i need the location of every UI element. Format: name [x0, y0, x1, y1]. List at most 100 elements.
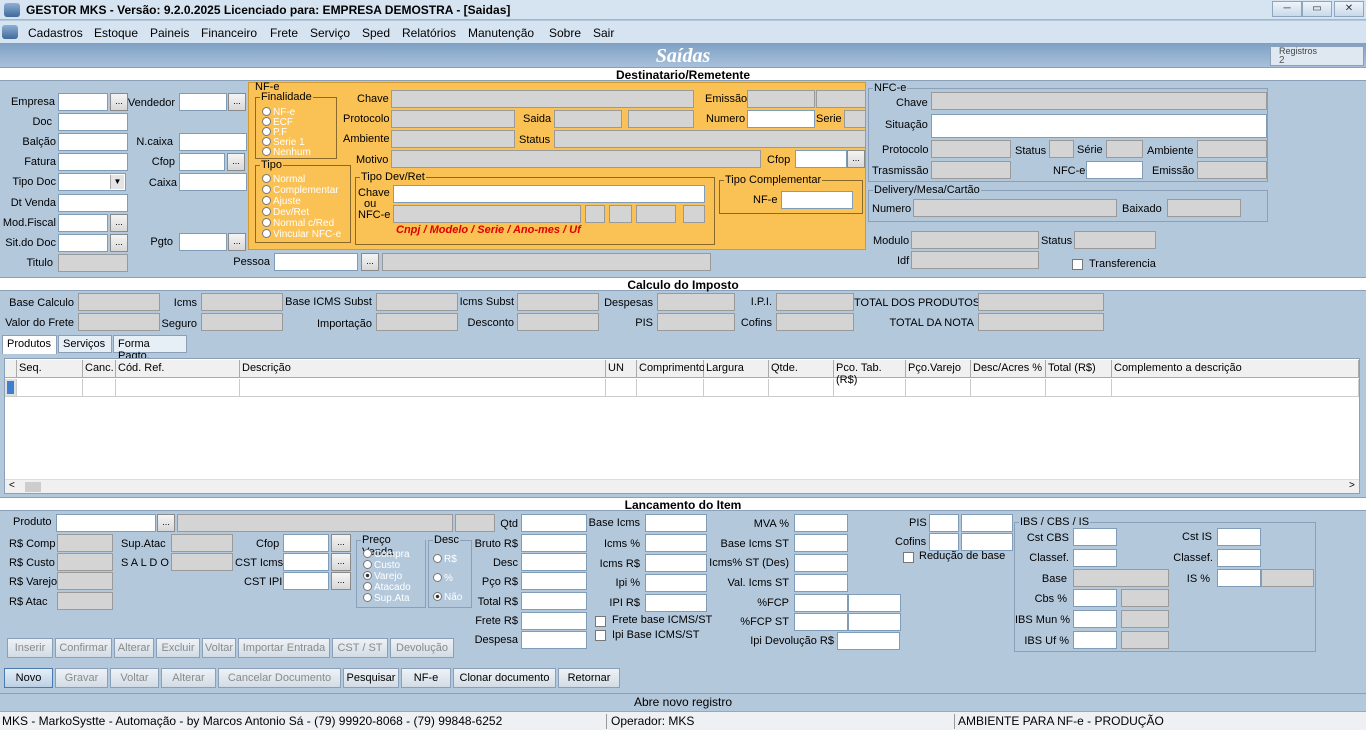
- minimize-button[interactable]: ─: [1272, 1, 1302, 17]
- excluir-button[interactable]: Excluir: [156, 638, 200, 658]
- produtos-grid[interactable]: Seq. Canc. Cód. Ref. Descrição UN Compri…: [4, 358, 1360, 494]
- nfe-cfop-lookup-button[interactable]: ...: [847, 150, 865, 168]
- table-row[interactable]: [17, 379, 83, 397]
- fatura-input[interactable]: [58, 153, 128, 171]
- item-pis-cst-input[interactable]: [929, 514, 959, 532]
- table-cell[interactable]: [971, 379, 1046, 397]
- scroll-thumb[interactable]: [25, 482, 41, 492]
- tipo-devret-radio[interactable]: Dev/Ret: [262, 207, 309, 218]
- fcp-st-input[interactable]: [794, 613, 848, 631]
- table-cell[interactable]: [769, 379, 834, 397]
- table-cell[interactable]: [116, 379, 240, 397]
- col-descricao[interactable]: Descrição: [240, 360, 606, 378]
- table-cell[interactable]: [240, 379, 606, 397]
- tipo-normal-radio[interactable]: Normal: [262, 174, 305, 185]
- col-pco-tab[interactable]: Pco. Tab. (R$): [834, 360, 906, 386]
- cst-st-button[interactable]: CST / ST: [332, 638, 388, 658]
- is-pct-input[interactable]: [1217, 569, 1261, 587]
- menu-sped[interactable]: Sped: [362, 26, 390, 40]
- cst-cbs-input[interactable]: [1073, 528, 1117, 546]
- col-seq[interactable]: Seq.: [17, 360, 83, 378]
- item-cfop-lookup-button[interactable]: ...: [331, 534, 351, 552]
- pessoa-input[interactable]: [274, 253, 358, 271]
- transferencia-checkbox[interactable]: [1072, 259, 1083, 270]
- tipo-ajuste-radio[interactable]: Ajuste: [262, 196, 301, 207]
- novo-button[interactable]: Novo: [4, 668, 53, 688]
- empresa-input[interactable]: [58, 93, 108, 111]
- qtd-input[interactable]: [521, 514, 587, 532]
- pgto-input[interactable]: [179, 233, 227, 251]
- balcao-input[interactable]: [58, 133, 128, 151]
- nfe-numero-input[interactable]: [747, 110, 815, 128]
- col-un[interactable]: UN: [606, 360, 637, 378]
- gravar-button[interactable]: Gravar: [55, 668, 108, 688]
- col-complemento[interactable]: Complemento a descrição: [1112, 360, 1359, 378]
- importar-entrada-button[interactable]: Importar Entrada: [238, 638, 330, 658]
- table-cell[interactable]: [83, 379, 116, 397]
- pv-atacado-radio[interactable]: Atacado: [363, 582, 411, 593]
- fcp-st-value-input[interactable]: [848, 613, 901, 631]
- cancelar-documento-button[interactable]: Cancelar Documento: [218, 668, 341, 688]
- reducao-base-checkbox[interactable]: [903, 552, 914, 563]
- menu-manutencao[interactable]: Manutenção: [468, 26, 534, 40]
- cst-icms-lookup-button[interactable]: ...: [331, 553, 351, 571]
- classef-cbs-input[interactable]: [1073, 549, 1117, 567]
- scroll-right-icon[interactable]: >: [1349, 480, 1355, 491]
- menu-financeiro[interactable]: Financeiro: [201, 26, 257, 40]
- app-menu-icon[interactable]: [2, 25, 18, 39]
- menu-paineis[interactable]: Paineis: [150, 26, 189, 40]
- mod-fiscal-lookup-button[interactable]: ...: [110, 214, 128, 232]
- val-icms-st-input[interactable]: [794, 574, 848, 592]
- pesquisar-button[interactable]: Pesquisar: [343, 668, 399, 688]
- desc-pct-radio[interactable]: %: [433, 573, 453, 584]
- col-comprimento[interactable]: Comprimento: [637, 360, 705, 378]
- menu-frete[interactable]: Frete: [270, 26, 298, 40]
- fcp-input[interactable]: [794, 594, 848, 612]
- menu-estoque[interactable]: Estoque: [94, 26, 138, 40]
- table-cell[interactable]: [1046, 379, 1112, 397]
- voltar-button[interactable]: Voltar: [110, 668, 159, 688]
- col-canc[interactable]: Canc.: [83, 360, 116, 378]
- nfce-numero-input[interactable]: [1086, 161, 1143, 179]
- col-cod-ref[interactable]: Cód. Ref.: [116, 360, 240, 378]
- table-cell[interactable]: [906, 379, 971, 397]
- produto-input[interactable]: [56, 514, 156, 532]
- menu-relatorios[interactable]: Relatórios: [402, 26, 456, 40]
- alterar-button[interactable]: Alterar: [161, 668, 216, 688]
- scroll-left-icon[interactable]: <: [9, 480, 15, 491]
- despesa-input[interactable]: [521, 631, 587, 649]
- col-pco-varejo[interactable]: Pço.Varejo: [906, 360, 971, 378]
- desc-nao-radio[interactable]: Não: [433, 592, 462, 603]
- row-indicator[interactable]: [5, 379, 17, 397]
- maximize-button[interactable]: ▭: [1302, 1, 1332, 17]
- retornar-button[interactable]: Retornar: [558, 668, 620, 688]
- base-icms-st-input[interactable]: [794, 534, 848, 552]
- doc-input[interactable]: [58, 113, 128, 131]
- icms-st-des-input[interactable]: [794, 554, 848, 572]
- tab-produtos[interactable]: Produtos: [2, 335, 57, 354]
- tab-servicos[interactable]: Serviços: [58, 335, 112, 353]
- pv-supata-radio[interactable]: Sup.Ata: [363, 593, 410, 604]
- table-cell[interactable]: [834, 379, 906, 397]
- cfop-input[interactable]: [179, 153, 225, 171]
- col-desc-acres[interactable]: Desc/Acres %: [971, 360, 1046, 378]
- cbs-pct-input[interactable]: [1073, 589, 1117, 607]
- tipo-normal-red-radio[interactable]: Normal c/Red: [262, 218, 334, 229]
- vendedor-input[interactable]: [179, 93, 227, 111]
- devret-chave-input[interactable]: [393, 185, 705, 203]
- menu-sobre[interactable]: Sobre: [549, 26, 581, 40]
- item-desc-input[interactable]: [521, 553, 587, 571]
- item-cofins-value-input[interactable]: [961, 533, 1013, 551]
- ibs-mun-input[interactable]: [1073, 610, 1117, 628]
- icms-rs-input[interactable]: [645, 554, 707, 572]
- ncaixa-input[interactable]: [179, 133, 247, 151]
- mva-input[interactable]: [794, 514, 848, 532]
- cst-ipi-lookup-button[interactable]: ...: [331, 572, 351, 590]
- dt-venda-input[interactable]: [58, 194, 128, 212]
- produto-lookup-button[interactable]: ...: [157, 514, 175, 532]
- total-input[interactable]: [521, 592, 587, 610]
- finalidade-nenhum-radio[interactable]: Nenhum: [262, 147, 311, 158]
- tab-forma-pagto[interactable]: Forma Pagto.: [113, 335, 187, 362]
- ipi-rs-input[interactable]: [645, 594, 707, 612]
- pv-custo-radio[interactable]: Custo: [363, 560, 400, 571]
